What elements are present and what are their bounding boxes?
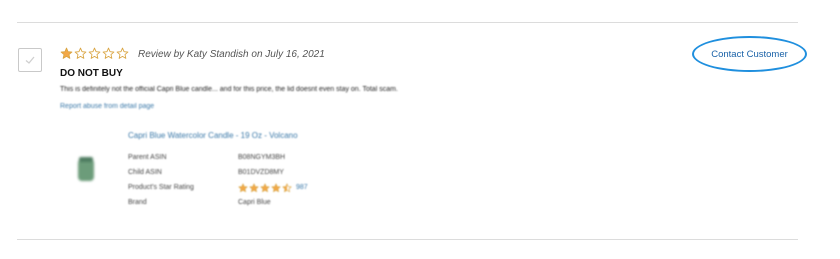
attr-key: Parent ASIN bbox=[128, 154, 167, 161]
star-empty-icon bbox=[74, 47, 87, 59]
select-review-checkbox[interactable] bbox=[18, 48, 42, 72]
product-thumbnail[interactable] bbox=[72, 155, 100, 185]
divider-top bbox=[17, 22, 798, 23]
review-meta: Review by Katy Standish on July 16, 2021 bbox=[138, 49, 325, 60]
attr-value: B08NGYM3BH bbox=[238, 154, 286, 161]
star-empty-icon bbox=[88, 47, 101, 59]
product-star-rating bbox=[238, 183, 292, 193]
review-star-rating bbox=[60, 47, 129, 60]
star-filled-icon bbox=[60, 47, 73, 59]
rating-count-link[interactable]: 987 bbox=[296, 184, 308, 191]
star-filled-icon bbox=[260, 183, 270, 192]
star-filled-icon bbox=[271, 183, 281, 192]
attr-key: Product's Star Rating bbox=[128, 184, 194, 191]
star-empty-icon bbox=[102, 47, 115, 59]
attr-row-child-asin: Child ASIN B01DVZD8MY bbox=[128, 165, 308, 180]
attr-row-star-rating: Product's Star Rating 987 bbox=[128, 180, 308, 195]
attr-row-parent-asin: Parent ASIN B08NGYM3BH bbox=[128, 150, 308, 165]
attr-key: Child ASIN bbox=[128, 169, 162, 176]
attr-row-brand: Brand Capri Blue bbox=[128, 195, 308, 210]
star-empty-icon bbox=[116, 47, 129, 59]
product-attributes: Parent ASIN B08NGYM3BH Child ASIN B01DVZ… bbox=[128, 150, 308, 210]
report-abuse-link[interactable]: Report abuse from detail page bbox=[60, 103, 154, 110]
attr-key: Brand bbox=[128, 199, 147, 206]
candle-jar-image bbox=[78, 159, 94, 181]
product-title-link[interactable]: Capri Blue Watercolor Candle - 19 Oz - V… bbox=[128, 131, 298, 140]
check-icon bbox=[25, 56, 35, 64]
star-filled-icon bbox=[249, 183, 259, 192]
attr-value: B01DVZD8MY bbox=[238, 169, 284, 176]
candle-lid-image bbox=[79, 157, 93, 162]
star-filled-icon bbox=[238, 183, 248, 192]
star-half-icon bbox=[282, 183, 292, 192]
attr-value: Capri Blue bbox=[238, 199, 271, 206]
divider-bottom bbox=[17, 239, 798, 240]
review-title: DO NOT BUY bbox=[60, 68, 123, 79]
contact-customer-button[interactable]: Contact Customer bbox=[692, 36, 807, 72]
review-body: This is definitely not the official Capr… bbox=[60, 86, 398, 93]
